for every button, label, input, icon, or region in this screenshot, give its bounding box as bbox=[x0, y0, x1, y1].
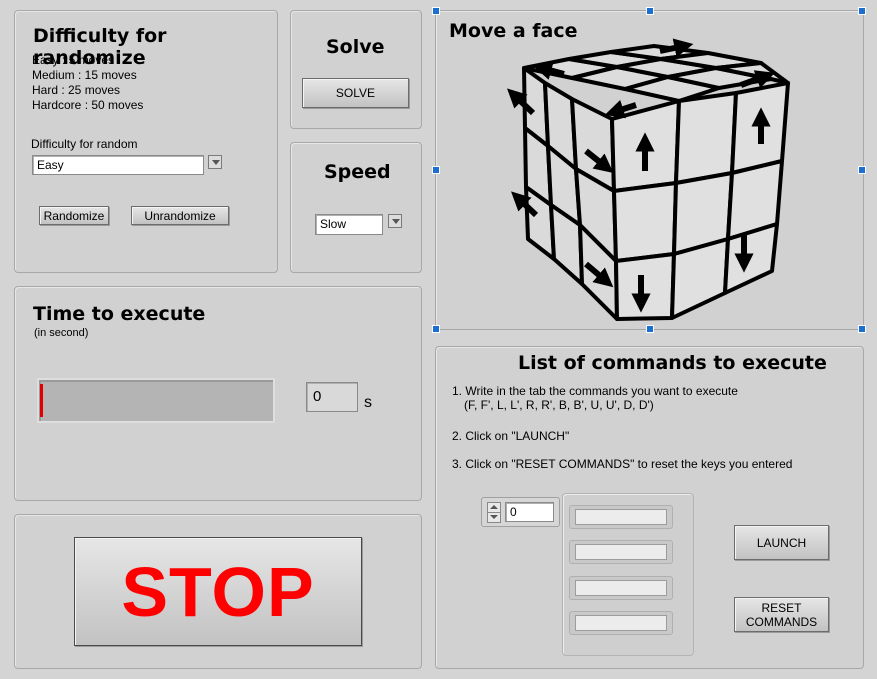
difficulty-level-hard: Hard : 25 moves bbox=[32, 83, 121, 97]
command-array bbox=[562, 493, 694, 656]
time-value: 0 bbox=[306, 382, 358, 412]
stop-label: STOP bbox=[121, 552, 315, 631]
difficulty-level-easy: Easy : 5 moves bbox=[32, 53, 115, 67]
selection-handle-icon[interactable] bbox=[432, 7, 440, 15]
command-entry-cell bbox=[569, 540, 673, 564]
command-entry-input[interactable] bbox=[575, 509, 667, 525]
command-entry-cell bbox=[569, 611, 673, 635]
speed-title: Speed bbox=[324, 161, 391, 183]
selection-handle-icon[interactable] bbox=[646, 7, 654, 15]
randomize-button[interactable]: Randomize bbox=[39, 206, 109, 225]
time-title: Time to execute bbox=[33, 303, 206, 325]
time-subtitle: (in second) bbox=[34, 327, 89, 339]
command-entry-input[interactable] bbox=[575, 544, 667, 560]
selection-handle-icon[interactable] bbox=[432, 325, 440, 333]
arrow-top-left-2-icon bbox=[604, 99, 637, 119]
speed-dropdown-arrow-icon[interactable] bbox=[388, 214, 402, 228]
difficulty-level-hardcore: Hardcore : 50 moves bbox=[32, 98, 144, 112]
stop-button[interactable]: STOP bbox=[74, 537, 362, 646]
commands-title: List of commands to execute bbox=[518, 352, 827, 374]
speed-panel: Speed Slow bbox=[290, 142, 422, 273]
commands-step1-keys: (F, F', L, L', R, R', B, B', U, U', D, D… bbox=[464, 398, 654, 412]
speed-select[interactable]: Slow bbox=[315, 214, 383, 235]
move-face-panel: Move a face bbox=[432, 7, 866, 333]
time-unit: s bbox=[364, 394, 372, 411]
solve-panel: Solve SOLVE bbox=[290, 10, 422, 129]
command-entry-cell bbox=[569, 505, 673, 529]
commands-panel: List of commands to execute 1. Write in … bbox=[435, 346, 864, 669]
stop-panel: STOP bbox=[14, 514, 422, 669]
selection-handle-icon[interactable] bbox=[646, 325, 654, 333]
command-index-input[interactable]: 0 bbox=[505, 502, 554, 522]
time-progress-indicator bbox=[40, 384, 43, 417]
command-index-control: 0 bbox=[481, 497, 560, 527]
reset-commands-button[interactable]: RESET COMMANDS bbox=[734, 597, 829, 632]
reset-label-line2: COMMANDS bbox=[745, 614, 818, 629]
command-entry-input[interactable] bbox=[575, 580, 667, 596]
time-progress-bar bbox=[37, 378, 275, 423]
unrandomize-button[interactable]: Unrandomize bbox=[131, 206, 229, 225]
selection-handle-icon[interactable] bbox=[858, 166, 866, 174]
commands-step2: 2. Click on "LAUNCH" bbox=[452, 429, 570, 443]
command-entry-cell bbox=[569, 576, 673, 600]
difficulty-select[interactable]: Easy bbox=[32, 155, 204, 175]
selection-handle-icon[interactable] bbox=[432, 166, 440, 174]
reset-label-line1: RESET bbox=[761, 600, 802, 615]
launch-button[interactable]: LAUNCH bbox=[734, 525, 829, 560]
difficulty-panel: Difficulty for randomize Easy : 5 moves … bbox=[14, 10, 278, 273]
difficulty-select-label: Difficulty for random bbox=[31, 137, 138, 151]
index-decrement-icon[interactable] bbox=[487, 512, 501, 523]
selection-handle-icon[interactable] bbox=[858, 7, 866, 15]
difficulty-level-medium: Medium : 15 moves bbox=[32, 68, 137, 82]
rubiks-cube[interactable] bbox=[436, 11, 863, 329]
time-panel: Time to execute (in second) 0 s bbox=[14, 286, 422, 501]
solve-title: Solve bbox=[326, 36, 385, 58]
commands-step1: 1. Write in the tab the commands you wan… bbox=[452, 384, 738, 398]
difficulty-dropdown-arrow-icon[interactable] bbox=[208, 155, 222, 169]
solve-button[interactable]: SOLVE bbox=[302, 78, 409, 108]
commands-step3: 3. Click on "RESET COMMANDS" to reset th… bbox=[452, 457, 793, 471]
command-entry-input[interactable] bbox=[575, 615, 667, 631]
selection-handle-icon[interactable] bbox=[858, 325, 866, 333]
